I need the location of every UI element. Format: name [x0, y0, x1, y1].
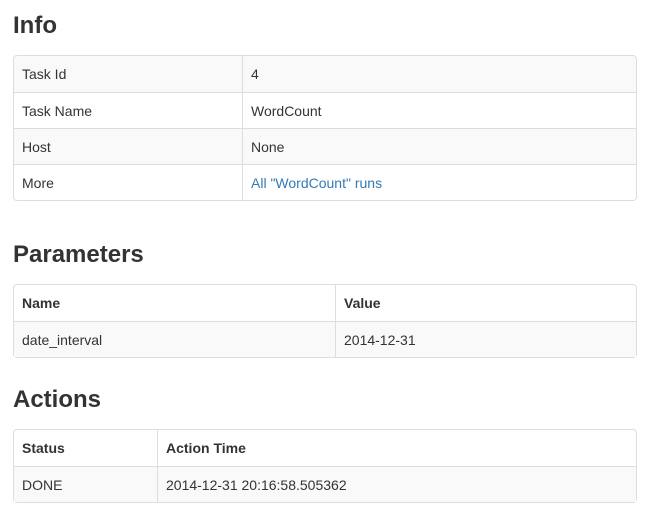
parameters-heading: Parameters: [13, 241, 144, 268]
parameter-value: 2014-12-31: [335, 321, 636, 357]
actions-table: Status Action Time DONE 2014-12-31 20:16…: [13, 429, 637, 503]
info-row-task-name: Task Name WordCount: [14, 92, 636, 128]
info-label: Task Name: [14, 92, 242, 128]
column-header-value: Value: [335, 285, 636, 321]
info-value: None: [242, 128, 636, 164]
table-row: DONE 2014-12-31 20:16:58.505362: [14, 466, 636, 502]
info-value: 4: [242, 56, 636, 92]
info-value: WordCount: [242, 92, 636, 128]
info-row-task-id: Task Id 4: [14, 56, 636, 92]
info-table: Task Id 4 Task Name WordCount Host None …: [13, 55, 637, 201]
info-heading: Info: [13, 12, 57, 39]
action-status: DONE: [14, 466, 157, 502]
all-runs-link[interactable]: All "WordCount" runs: [251, 175, 382, 191]
column-header-name: Name: [22, 295, 61, 311]
info-row-more: More All "WordCount" runs: [14, 164, 636, 200]
column-header-status: Status: [22, 440, 65, 456]
table-header-row: Name Value: [14, 285, 636, 321]
table-row: date_interval 2014-12-31: [14, 321, 636, 357]
table-header-row: Status Action Time: [14, 430, 636, 466]
parameters-table: Name Value date_interval 2014-12-31: [13, 284, 637, 358]
actions-heading: Actions: [13, 386, 102, 413]
info-label: More: [14, 164, 242, 200]
parameter-name: date_interval: [14, 321, 335, 357]
info-value: All "WordCount" runs: [242, 164, 636, 200]
action-time: 2014-12-31 20:16:58.505362: [157, 466, 636, 502]
column-header-action-time: Action Time: [157, 430, 636, 466]
info-label: Host: [14, 128, 242, 164]
info-row-host: Host None: [14, 128, 636, 164]
info-label: Task Id: [14, 56, 242, 92]
